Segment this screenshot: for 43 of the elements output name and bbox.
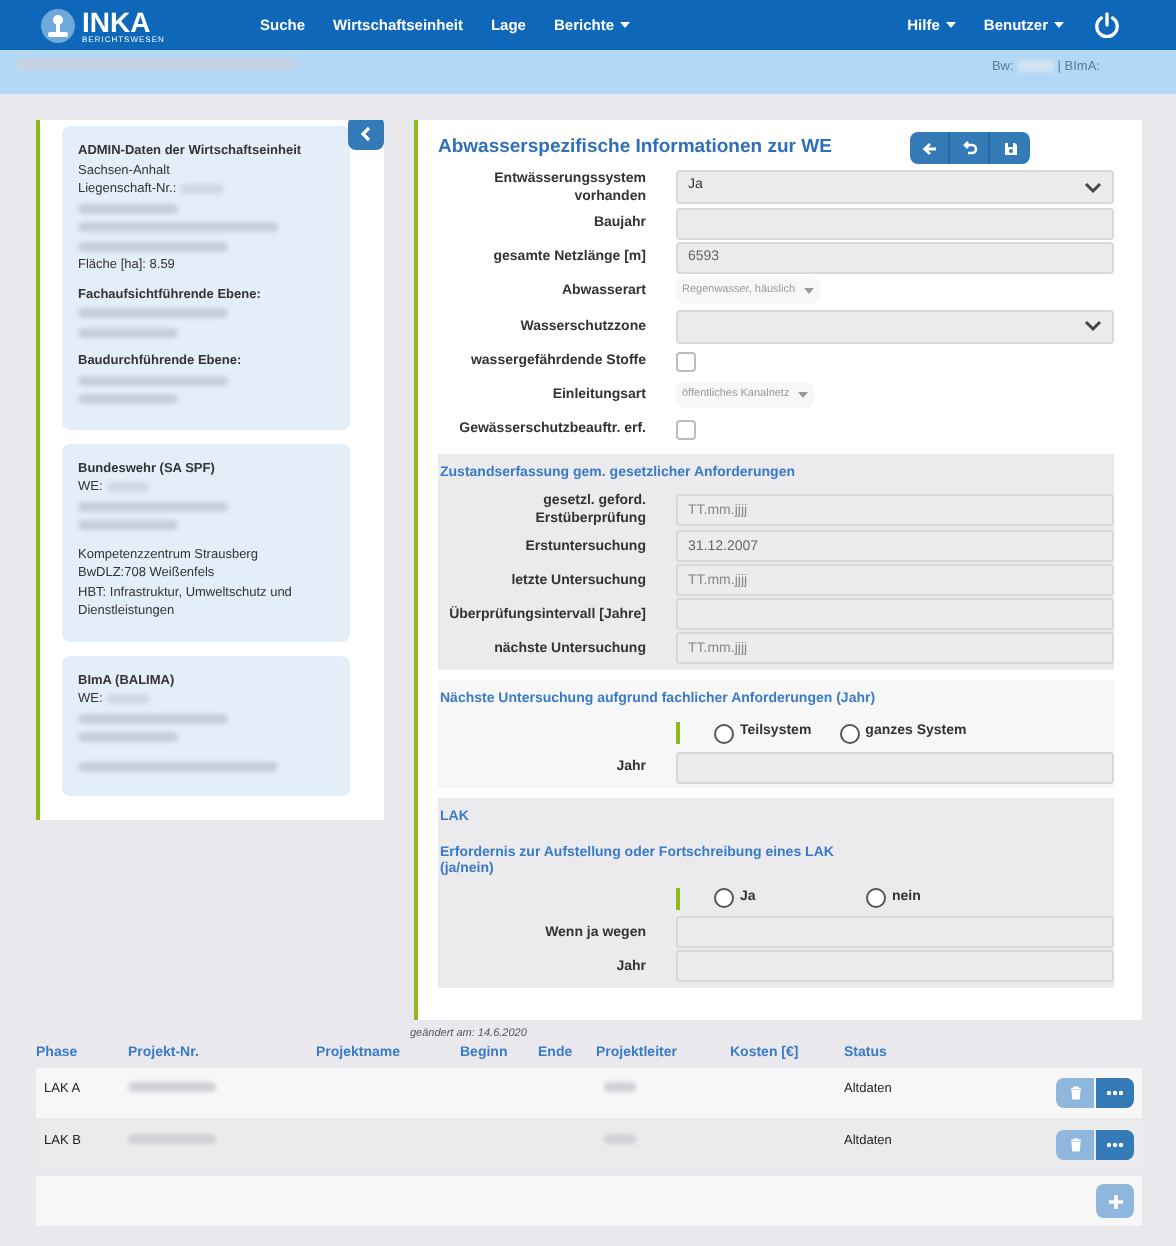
delete-button[interactable] — [1056, 1078, 1094, 1109]
power-icon[interactable] — [1094, 12, 1120, 38]
checkbox[interactable] — [676, 351, 696, 371]
add-button[interactable] — [1096, 1184, 1134, 1219]
delete-button[interactable] — [1056, 1130, 1094, 1161]
ellipsis-icon — [1106, 1090, 1124, 1097]
input-field[interactable] — [676, 950, 1114, 982]
redacted-text — [604, 1082, 636, 1093]
caret-icon — [797, 392, 808, 398]
more-button[interactable] — [1096, 1078, 1134, 1109]
redacted-text — [1017, 60, 1054, 72]
redacted-text — [128, 1134, 216, 1145]
checkbox[interactable] — [676, 419, 696, 439]
redacted-text — [78, 732, 178, 743]
redacted-text — [128, 1082, 216, 1093]
trash-icon — [1069, 1086, 1081, 1101]
robot-logo-icon — [40, 7, 76, 43]
chevron-down-icon — [1084, 320, 1102, 332]
redacted-text — [78, 203, 178, 214]
collapse-button[interactable] — [348, 120, 384, 150]
back-button[interactable] — [910, 132, 950, 164]
chevron-down-icon — [1084, 181, 1102, 193]
input-field[interactable] — [676, 916, 1114, 948]
ellipsis-icon — [1106, 1142, 1124, 1149]
section-title: Abwasserspezifische Informationen zur WE — [438, 133, 834, 162]
save-button[interactable] — [990, 132, 1030, 164]
trash-icon — [1069, 1138, 1081, 1153]
redacted-text — [78, 520, 178, 531]
redacted-text — [78, 394, 178, 405]
caret-icon — [803, 288, 814, 294]
redacted-text — [604, 1134, 636, 1145]
redacted-text — [78, 327, 178, 338]
plus-icon — [1107, 1193, 1123, 1210]
arrow-left-icon — [921, 141, 937, 155]
chevron-left-icon — [360, 125, 372, 141]
input-field[interactable] — [676, 751, 1114, 783]
undo-button[interactable] — [950, 132, 990, 164]
more-button[interactable] — [1096, 1130, 1134, 1161]
logo-text: INKA — [82, 7, 151, 35]
input-field[interactable] — [676, 207, 1114, 239]
input-field[interactable] — [676, 598, 1114, 630]
undo-icon — [961, 140, 977, 156]
select-field[interactable] — [676, 309, 1114, 343]
